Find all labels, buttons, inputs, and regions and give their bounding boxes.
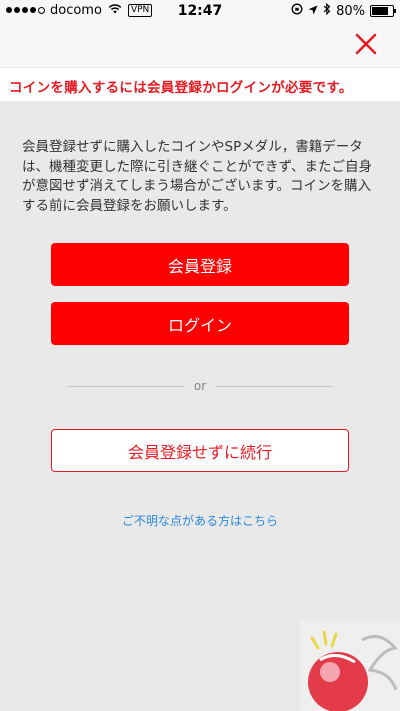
vpn-badge: VPN <box>127 4 153 17</box>
login-required-alert: コインを購入するには会員登録かログインが必要です。 <box>0 67 400 101</box>
login-button[interactable]: ログイン <box>51 302 349 345</box>
register-button-label: 会員登録 <box>167 256 232 276</box>
close-button[interactable] <box>354 32 378 56</box>
battery-percent: 80% <box>336 3 365 19</box>
close-icon <box>355 33 377 55</box>
status-bar-left: docomo VPN <box>6 3 153 18</box>
description-text: 会員登録せずに購入したコインやSPメダル，書籍データは、機種変更した際に引き継ぐ… <box>22 139 373 214</box>
orientation-lock-icon <box>291 3 303 19</box>
watermark-logo <box>300 620 400 711</box>
carrier-name: docomo <box>50 3 102 18</box>
login-button-label: ログイン <box>167 315 232 335</box>
status-bar-right: 80% <box>291 2 396 19</box>
continue-button-label: 会員登録せずに続行 <box>127 442 272 462</box>
signal-strength-icon <box>6 7 45 14</box>
or-divider: or <box>67 379 333 393</box>
register-button[interactable]: 会員登録 <box>51 243 349 286</box>
nav-bar <box>0 22 400 67</box>
continue-without-registration-button[interactable]: 会員登録せずに続行 <box>51 429 349 472</box>
battery-icon <box>370 5 396 17</box>
bluetooth-icon <box>323 2 331 19</box>
divider-line-right <box>215 386 333 387</box>
location-arrow-icon <box>308 4 318 19</box>
help-link[interactable]: ご不明な点がある方はこちら <box>0 512 400 529</box>
alert-text: コインを購入するには会員登録かログインが必要です。 <box>9 80 353 96</box>
status-bar: docomo VPN 12:47 80% <box>0 0 400 22</box>
wifi-icon <box>108 3 122 18</box>
